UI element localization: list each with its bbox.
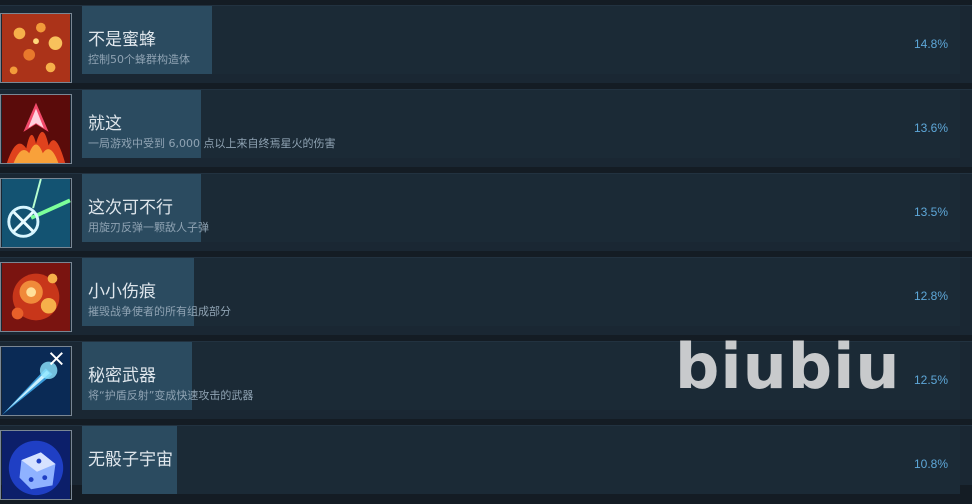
- achievement-percent: 12.8%: [913, 289, 948, 303]
- dice-icon: [2, 431, 70, 499]
- achievement-row[interactable]: 这次可不行 用旋刃反弹一颗敌人子弹 13.5%: [0, 173, 972, 251]
- comet-blade-icon: [2, 347, 70, 415]
- achievement-icon: [0, 13, 72, 83]
- achievement-title: 秘密武器: [88, 366, 156, 386]
- spinning-blade-icon: [2, 179, 71, 247]
- watermark: biubiu: [675, 330, 901, 403]
- achievement-icon: [0, 94, 72, 164]
- achievement-icon: [0, 178, 72, 248]
- achievement-row[interactable]: 就这 一局游戏中受到 6,000 点以上来自终焉星火的伤害 13.6%: [0, 89, 972, 167]
- progress-track: [82, 174, 960, 242]
- achievement-title: 小小伤痕: [88, 282, 156, 302]
- achievement-description: 一局游戏中受到 6,000 点以上来自终焉星火的伤害: [88, 137, 336, 150]
- achievement-content: 就这 一局游戏中受到 6,000 点以上来自终焉星火的伤害 13.6%: [82, 90, 962, 168]
- achievement-title: 就这: [88, 114, 122, 134]
- flame-arrow-icon: [2, 95, 70, 163]
- achievement-list: 不是蜜蜂 控制50个蜂群构造体 14.8% 就这 一局游戏中受到 6,000 点…: [0, 0, 972, 500]
- achievement-percent: 13.6%: [913, 121, 948, 135]
- achievement-content: 无骰子宇宙 10.8%: [82, 426, 962, 504]
- achievement-row[interactable]: 小小伤痕 摧毁战争使者的所有组成部分 12.8%: [0, 257, 972, 335]
- progress-track: [82, 6, 960, 74]
- achievement-title: 不是蜜蜂: [88, 30, 156, 50]
- achievement-description: 将“护盾反射”变成快速攻击的武器: [88, 389, 254, 402]
- achievement-description: 控制50个蜂群构造体: [88, 53, 190, 66]
- achievement-icon: [0, 430, 72, 500]
- achievement-content: 小小伤痕 摧毁战争使者的所有组成部分 12.8%: [82, 258, 962, 336]
- explosion-icon: [2, 263, 70, 331]
- achievement-description: 摧毁战争使者的所有组成部分: [88, 305, 231, 318]
- achievement-percent: 13.5%: [913, 205, 948, 219]
- achievement-title: 无骰子宇宙: [88, 450, 173, 470]
- achievement-content: 不是蜜蜂 控制50个蜂群构造体 14.8%: [82, 6, 962, 84]
- achievement-icon: [0, 346, 72, 416]
- achievement-percent: 14.8%: [913, 37, 948, 51]
- progress-track: [82, 426, 960, 494]
- achievement-row[interactable]: 无骰子宇宙 10.8%: [0, 425, 972, 500]
- achievement-row[interactable]: 不是蜜蜂 控制50个蜂群构造体 14.8%: [0, 5, 972, 83]
- achievement-icon: [0, 262, 72, 332]
- achievement-title: 这次可不行: [88, 198, 173, 218]
- achievement-percent: 10.8%: [913, 457, 948, 471]
- bee-swarm-icon: [2, 14, 70, 82]
- achievement-percent: 12.5%: [913, 373, 948, 387]
- achievement-content: 这次可不行 用旋刃反弹一颗敌人子弹 13.5%: [82, 174, 962, 252]
- achievement-description: 用旋刃反弹一颗敌人子弹: [88, 221, 209, 234]
